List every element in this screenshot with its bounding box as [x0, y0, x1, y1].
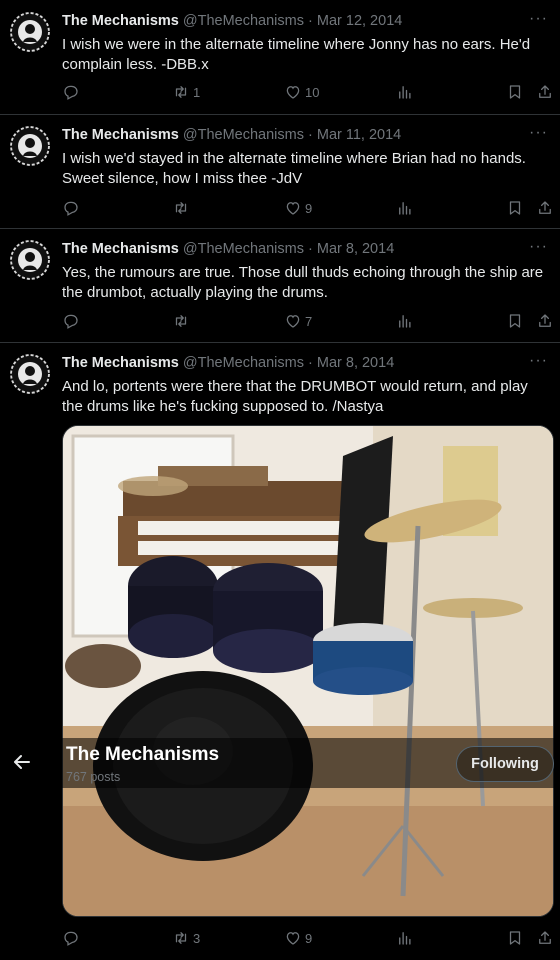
like-button[interactable]: 10 [284, 80, 319, 104]
views-icon [396, 312, 414, 330]
retweet-icon [172, 199, 190, 217]
views-button[interactable] [396, 196, 414, 220]
separator-dot: · [308, 241, 313, 257]
reply-icon [62, 929, 80, 947]
retweet-count: 1 [193, 84, 201, 100]
share-icon [536, 312, 554, 330]
author-handle[interactable]: @TheMechanisms [183, 241, 304, 257]
share-button[interactable] [536, 80, 554, 104]
heart-icon [284, 929, 302, 947]
tweet-actions: 1 10 [0, 80, 560, 104]
author-handle[interactable]: @TheMechanisms [183, 355, 304, 371]
share-button[interactable] [536, 926, 554, 950]
reply-button[interactable] [62, 926, 80, 950]
share-icon [536, 199, 554, 217]
tweet-actions: 9 [0, 196, 560, 220]
profile-name: The Mechanisms [66, 744, 220, 765]
bookmark-icon [506, 83, 524, 101]
more-options-icon[interactable]: ··· [529, 352, 548, 370]
following-button[interactable]: Following [456, 746, 554, 782]
like-button[interactable]: 7 [284, 309, 312, 333]
author-name[interactable]: The Mechanisms [62, 127, 179, 143]
bookmark-icon [506, 312, 524, 330]
reply-button[interactable] [62, 80, 80, 104]
views-button[interactable] [396, 309, 414, 333]
share-button[interactable] [536, 196, 554, 220]
tweet-date[interactable]: Mar 12, 2014 [317, 13, 402, 29]
separator-dot: · [308, 355, 313, 371]
reply-button[interactable] [62, 309, 80, 333]
bookmark-button[interactable] [506, 926, 524, 950]
tweet[interactable]: The Mechanisms @TheMechanisms · Mar 8, 2… [0, 228, 560, 343]
tweet-text: And lo, portents were there that the DRU… [62, 378, 528, 415]
bookmark-button[interactable] [506, 309, 524, 333]
profile-post-count: 767 posts [66, 770, 121, 784]
author-name[interactable]: The Mechanisms [62, 241, 179, 257]
like-count: 7 [305, 313, 313, 329]
views-button[interactable] [396, 926, 414, 950]
bookmark-button[interactable] [506, 196, 524, 220]
like-button[interactable]: 9 [284, 196, 312, 220]
tweet-text: Yes, the rumours are true. Those dull th… [62, 264, 544, 301]
drum-kit-image [63, 426, 553, 916]
tweet[interactable]: The Mechanisms @TheMechanisms · Mar 11, … [0, 114, 560, 229]
share-icon [536, 929, 554, 947]
tweet-actions: 7 [0, 309, 560, 333]
heart-icon [284, 83, 302, 101]
more-options-icon[interactable]: ··· [529, 124, 548, 142]
retweet-count: 3 [193, 930, 201, 946]
reply-icon [62, 83, 80, 101]
like-count: 9 [305, 200, 313, 216]
retweet-icon [172, 83, 190, 101]
retweet-icon [172, 929, 190, 947]
tweet[interactable]: The Mechanisms @TheMechanisms · Mar 12, … [0, 0, 560, 115]
reply-icon [62, 312, 80, 330]
retweet-button[interactable] [172, 309, 193, 333]
avatar[interactable] [10, 240, 50, 280]
views-icon [396, 83, 414, 101]
retweet-button[interactable] [172, 196, 193, 220]
views-icon [396, 929, 414, 947]
more-options-icon[interactable]: ··· [529, 238, 548, 256]
bookmark-icon [506, 199, 524, 217]
heart-icon [284, 312, 302, 330]
author-name[interactable]: The Mechanisms [62, 13, 179, 29]
more-options-icon[interactable]: ··· [529, 10, 548, 28]
share-button[interactable] [536, 309, 554, 333]
tweet-text: I wish we'd stayed in the alternate time… [62, 150, 526, 187]
retweet-button[interactable]: 3 [172, 926, 200, 950]
reply-button[interactable] [62, 196, 80, 220]
separator-dot: · [308, 13, 313, 29]
like-count: 9 [305, 930, 313, 946]
like-button[interactable]: 9 [284, 926, 312, 950]
heart-icon [284, 199, 302, 217]
reply-icon [62, 199, 80, 217]
tweet-actions: 3 9 [0, 926, 560, 950]
separator-dot: · [308, 127, 313, 143]
views-button[interactable] [396, 80, 414, 104]
author-name[interactable]: The Mechanisms [62, 355, 179, 371]
bookmark-icon [506, 929, 524, 947]
author-handle[interactable]: @TheMechanisms [183, 13, 304, 29]
tweet-photo[interactable] [62, 425, 554, 917]
tweet-date[interactable]: Mar 8, 2014 [317, 241, 394, 257]
views-icon [396, 199, 414, 217]
tweet-date[interactable]: Mar 11, 2014 [317, 127, 401, 143]
bookmark-button[interactable] [506, 80, 524, 104]
author-handle[interactable]: @TheMechanisms [183, 127, 304, 143]
retweet-icon [172, 312, 190, 330]
retweet-button[interactable]: 1 [172, 80, 200, 104]
tweet-date[interactable]: Mar 8, 2014 [317, 355, 394, 371]
share-icon [536, 83, 554, 101]
like-count: 10 [305, 84, 320, 100]
avatar[interactable] [10, 12, 50, 52]
avatar[interactable] [10, 354, 50, 394]
avatar[interactable] [10, 126, 50, 166]
back-arrow-icon[interactable] [12, 752, 32, 777]
tweet-text: I wish we were in the alternate timeline… [62, 36, 531, 73]
